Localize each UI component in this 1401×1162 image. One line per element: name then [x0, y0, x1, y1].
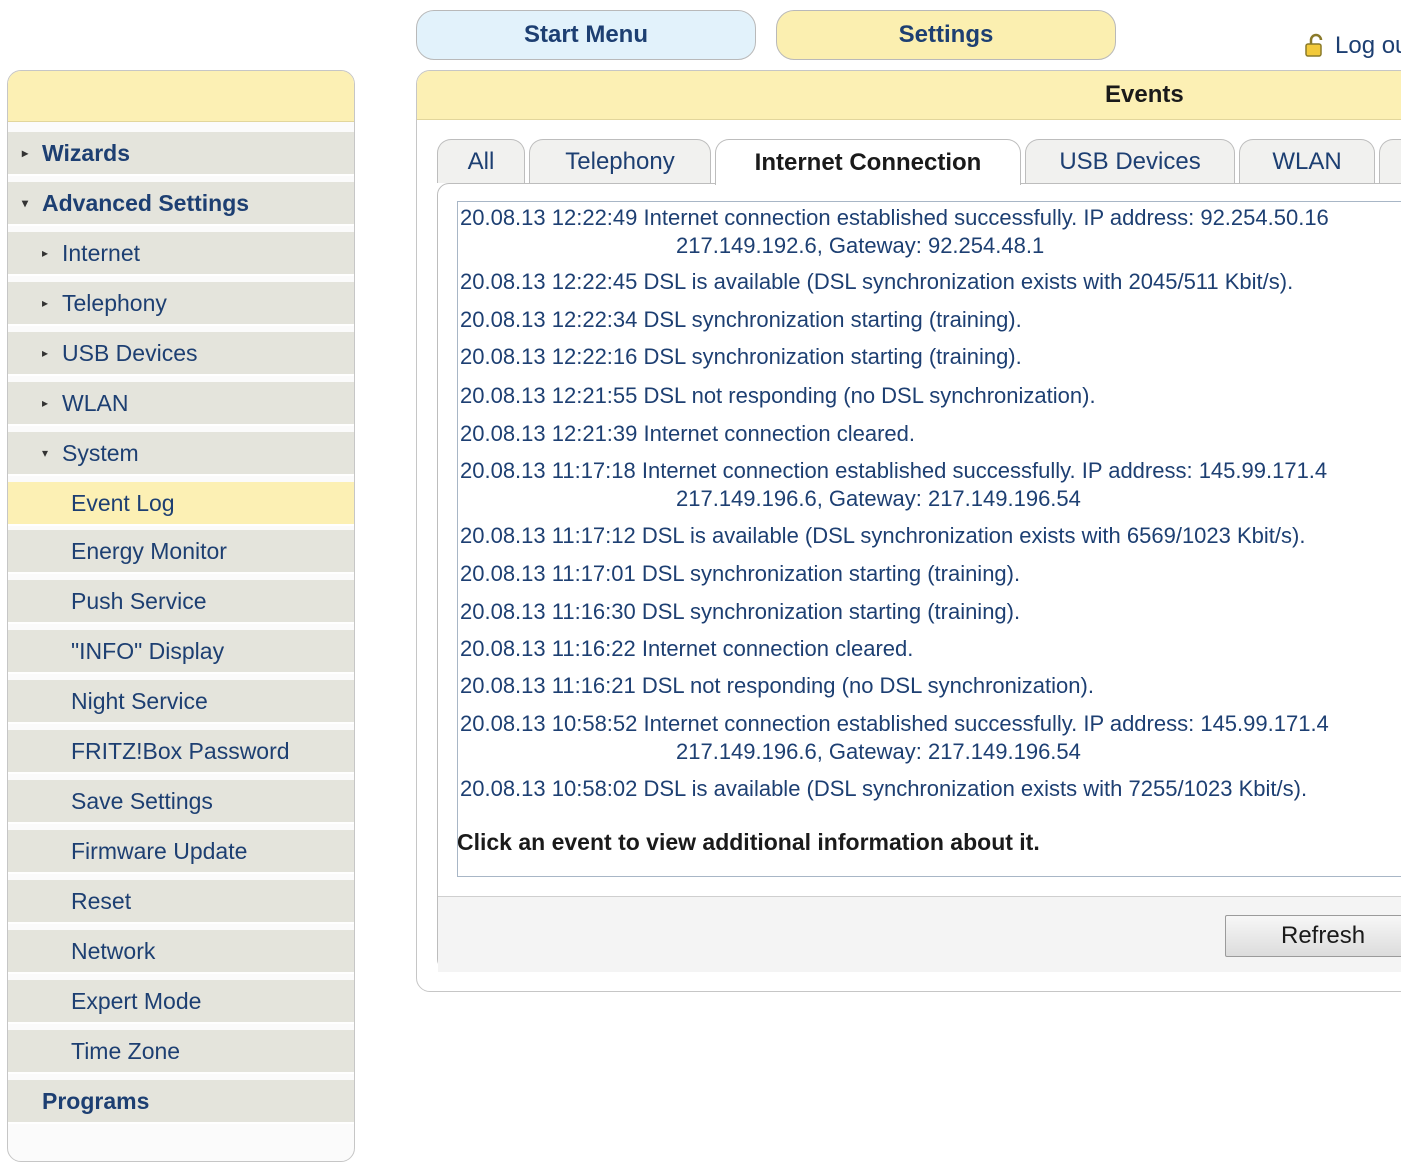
sidebar-item-network[interactable]: Network [8, 930, 354, 974]
sidebar-item-wizards[interactable]: ▸ Wizards [8, 132, 354, 176]
sidebar-item-time-zone[interactable]: Time Zone [8, 1030, 354, 1074]
event-hint-text: Click an event to view additional inform… [457, 829, 1040, 855]
expand-arrow-icon: ▸ [42, 396, 49, 410]
sidebar-item-night-service[interactable]: Night Service [8, 680, 354, 724]
tab-all[interactable]: All [437, 139, 525, 183]
event-row[interactable]: 20.08.13 11:17:12 DSL is available (DSL … [460, 522, 1305, 550]
sidebar-nav: ▸ Wizards ▾ Advanced Settings ▸ Internet… [7, 70, 355, 1162]
logout-link[interactable]: Log out [1303, 30, 1401, 62]
sidebar-item-label: Advanced Settings [42, 189, 250, 216]
sidebar-item-advanced-settings[interactable]: ▾ Advanced Settings [8, 182, 354, 226]
tab-telephony[interactable]: Telephony [529, 139, 711, 183]
event-row[interactable]: 20.08.13 11:16:30 DSL synchronization st… [460, 598, 1020, 626]
panel-header: Events [417, 71, 1401, 120]
padlock-open-icon [1305, 33, 1323, 57]
event-row[interactable]: 20.08.13 11:16:22 Internet connection cl… [460, 635, 913, 663]
sidebar-item-label: Wizards [42, 139, 130, 166]
tab-settings[interactable]: Settings [776, 10, 1116, 60]
tab-internet-connection[interactable]: Internet Connection [715, 139, 1021, 185]
sidebar-item-label: Save Settings [71, 787, 213, 814]
event-row[interactable]: 20.08.13 11:17:01 DSL synchronization st… [460, 560, 1020, 588]
sidebar-item-firmware-update[interactable]: Firmware Update [8, 830, 354, 874]
event-row[interactable]: 20.08.13 12:21:39 Internet connection cl… [460, 420, 915, 448]
tab-more[interactable] [1379, 139, 1401, 183]
collapse-arrow-icon: ▾ [22, 196, 29, 210]
sidebar-item-label: USB Devices [62, 339, 198, 366]
sidebar-item-push-service[interactable]: Push Service [8, 580, 354, 624]
expand-arrow-icon: ▸ [42, 246, 49, 260]
sidebar-item-programs[interactable]: Programs [8, 1080, 354, 1124]
sidebar-item-usb-devices[interactable]: ▸ USB Devices [8, 332, 354, 376]
event-row[interactable]: 20.08.13 11:16:21 DSL not responding (no… [460, 672, 1094, 700]
event-row[interactable]: 20.08.13 10:58:52 Internet connection es… [460, 710, 1329, 766]
sidebar-item-label: "INFO" Display [71, 637, 225, 664]
event-row[interactable]: 20.08.13 12:22:45 DSL is available (DSL … [460, 268, 1293, 296]
event-row[interactable]: 20.08.13 10:58:02 DSL is available (DSL … [460, 775, 1307, 803]
expand-arrow-icon: ▸ [42, 346, 49, 360]
sidebar-item-label: Event Log [71, 489, 175, 516]
sidebar-item-system[interactable]: ▾ System [8, 432, 354, 476]
sidebar-item-energy-monitor[interactable]: Energy Monitor [8, 530, 354, 574]
sidebar-item-label: Network [71, 937, 156, 964]
sidebar-item-label: FRITZ!Box Password [71, 737, 290, 764]
expand-arrow-icon: ▸ [42, 296, 49, 310]
event-list: 20.08.13 12:22:49 Internet connection es… [457, 201, 1401, 877]
event-row[interactable]: 20.08.13 11:17:18 Internet connection es… [460, 457, 1327, 513]
tab-usb-devices[interactable]: USB Devices [1025, 139, 1235, 183]
sidebar-item-reset[interactable]: Reset [8, 880, 354, 924]
event-row[interactable]: 20.08.13 12:21:55 DSL not responding (no… [460, 382, 1096, 410]
sidebar-item-fritzbox-password[interactable]: FRITZ!Box Password [8, 730, 354, 774]
sidebar-item-wlan[interactable]: ▸ WLAN [8, 382, 354, 426]
sidebar-item-save-settings[interactable]: Save Settings [8, 780, 354, 824]
events-panel: Events All Telephony Internet Connection… [416, 70, 1401, 992]
sidebar-item-internet[interactable]: ▸ Internet [8, 232, 354, 276]
sidebar-item-label: Energy Monitor [71, 537, 227, 564]
sidebar-item-info-display[interactable]: "INFO" Display [8, 630, 354, 674]
sidebar-item-label: Expert Mode [71, 987, 202, 1014]
sidebar-item-label: Push Service [71, 587, 207, 614]
collapse-arrow-icon: ▾ [42, 446, 49, 460]
sidebar-item-label: WLAN [62, 389, 129, 416]
page-title: Events [1105, 81, 1184, 108]
event-row[interactable]: 20.08.13 12:22:49 Internet connection es… [460, 204, 1329, 260]
event-row[interactable]: 20.08.13 12:22:34 DSL synchronization st… [460, 306, 1022, 334]
tab-start-menu[interactable]: Start Menu [416, 10, 756, 60]
sidebar-item-expert-mode[interactable]: Expert Mode [8, 980, 354, 1024]
sidebar-item-label: Reset [71, 887, 132, 914]
sidebar-item-label: System [62, 439, 139, 466]
sidebar-item-label: Time Zone [71, 1037, 181, 1064]
expand-arrow-icon: ▸ [22, 146, 29, 160]
event-row[interactable]: 20.08.13 12:22:16 DSL synchronization st… [460, 343, 1022, 371]
tab-wlan[interactable]: WLAN [1239, 139, 1375, 183]
sidebar-item-label: Programs [42, 1087, 150, 1114]
sidebar-header [8, 71, 354, 122]
sidebar-item-event-log[interactable]: Event Log [8, 482, 354, 526]
sidebar-item-label: Internet [62, 239, 140, 266]
sidebar-item-label: Telephony [62, 289, 167, 316]
sidebar-item-label: Night Service [71, 687, 208, 714]
refresh-button[interactable]: Refresh [1225, 915, 1401, 957]
logout-label: Log out [1335, 32, 1401, 59]
sidebar-item-label: Firmware Update [71, 837, 248, 864]
sidebar-item-telephony[interactable]: ▸ Telephony [8, 282, 354, 326]
